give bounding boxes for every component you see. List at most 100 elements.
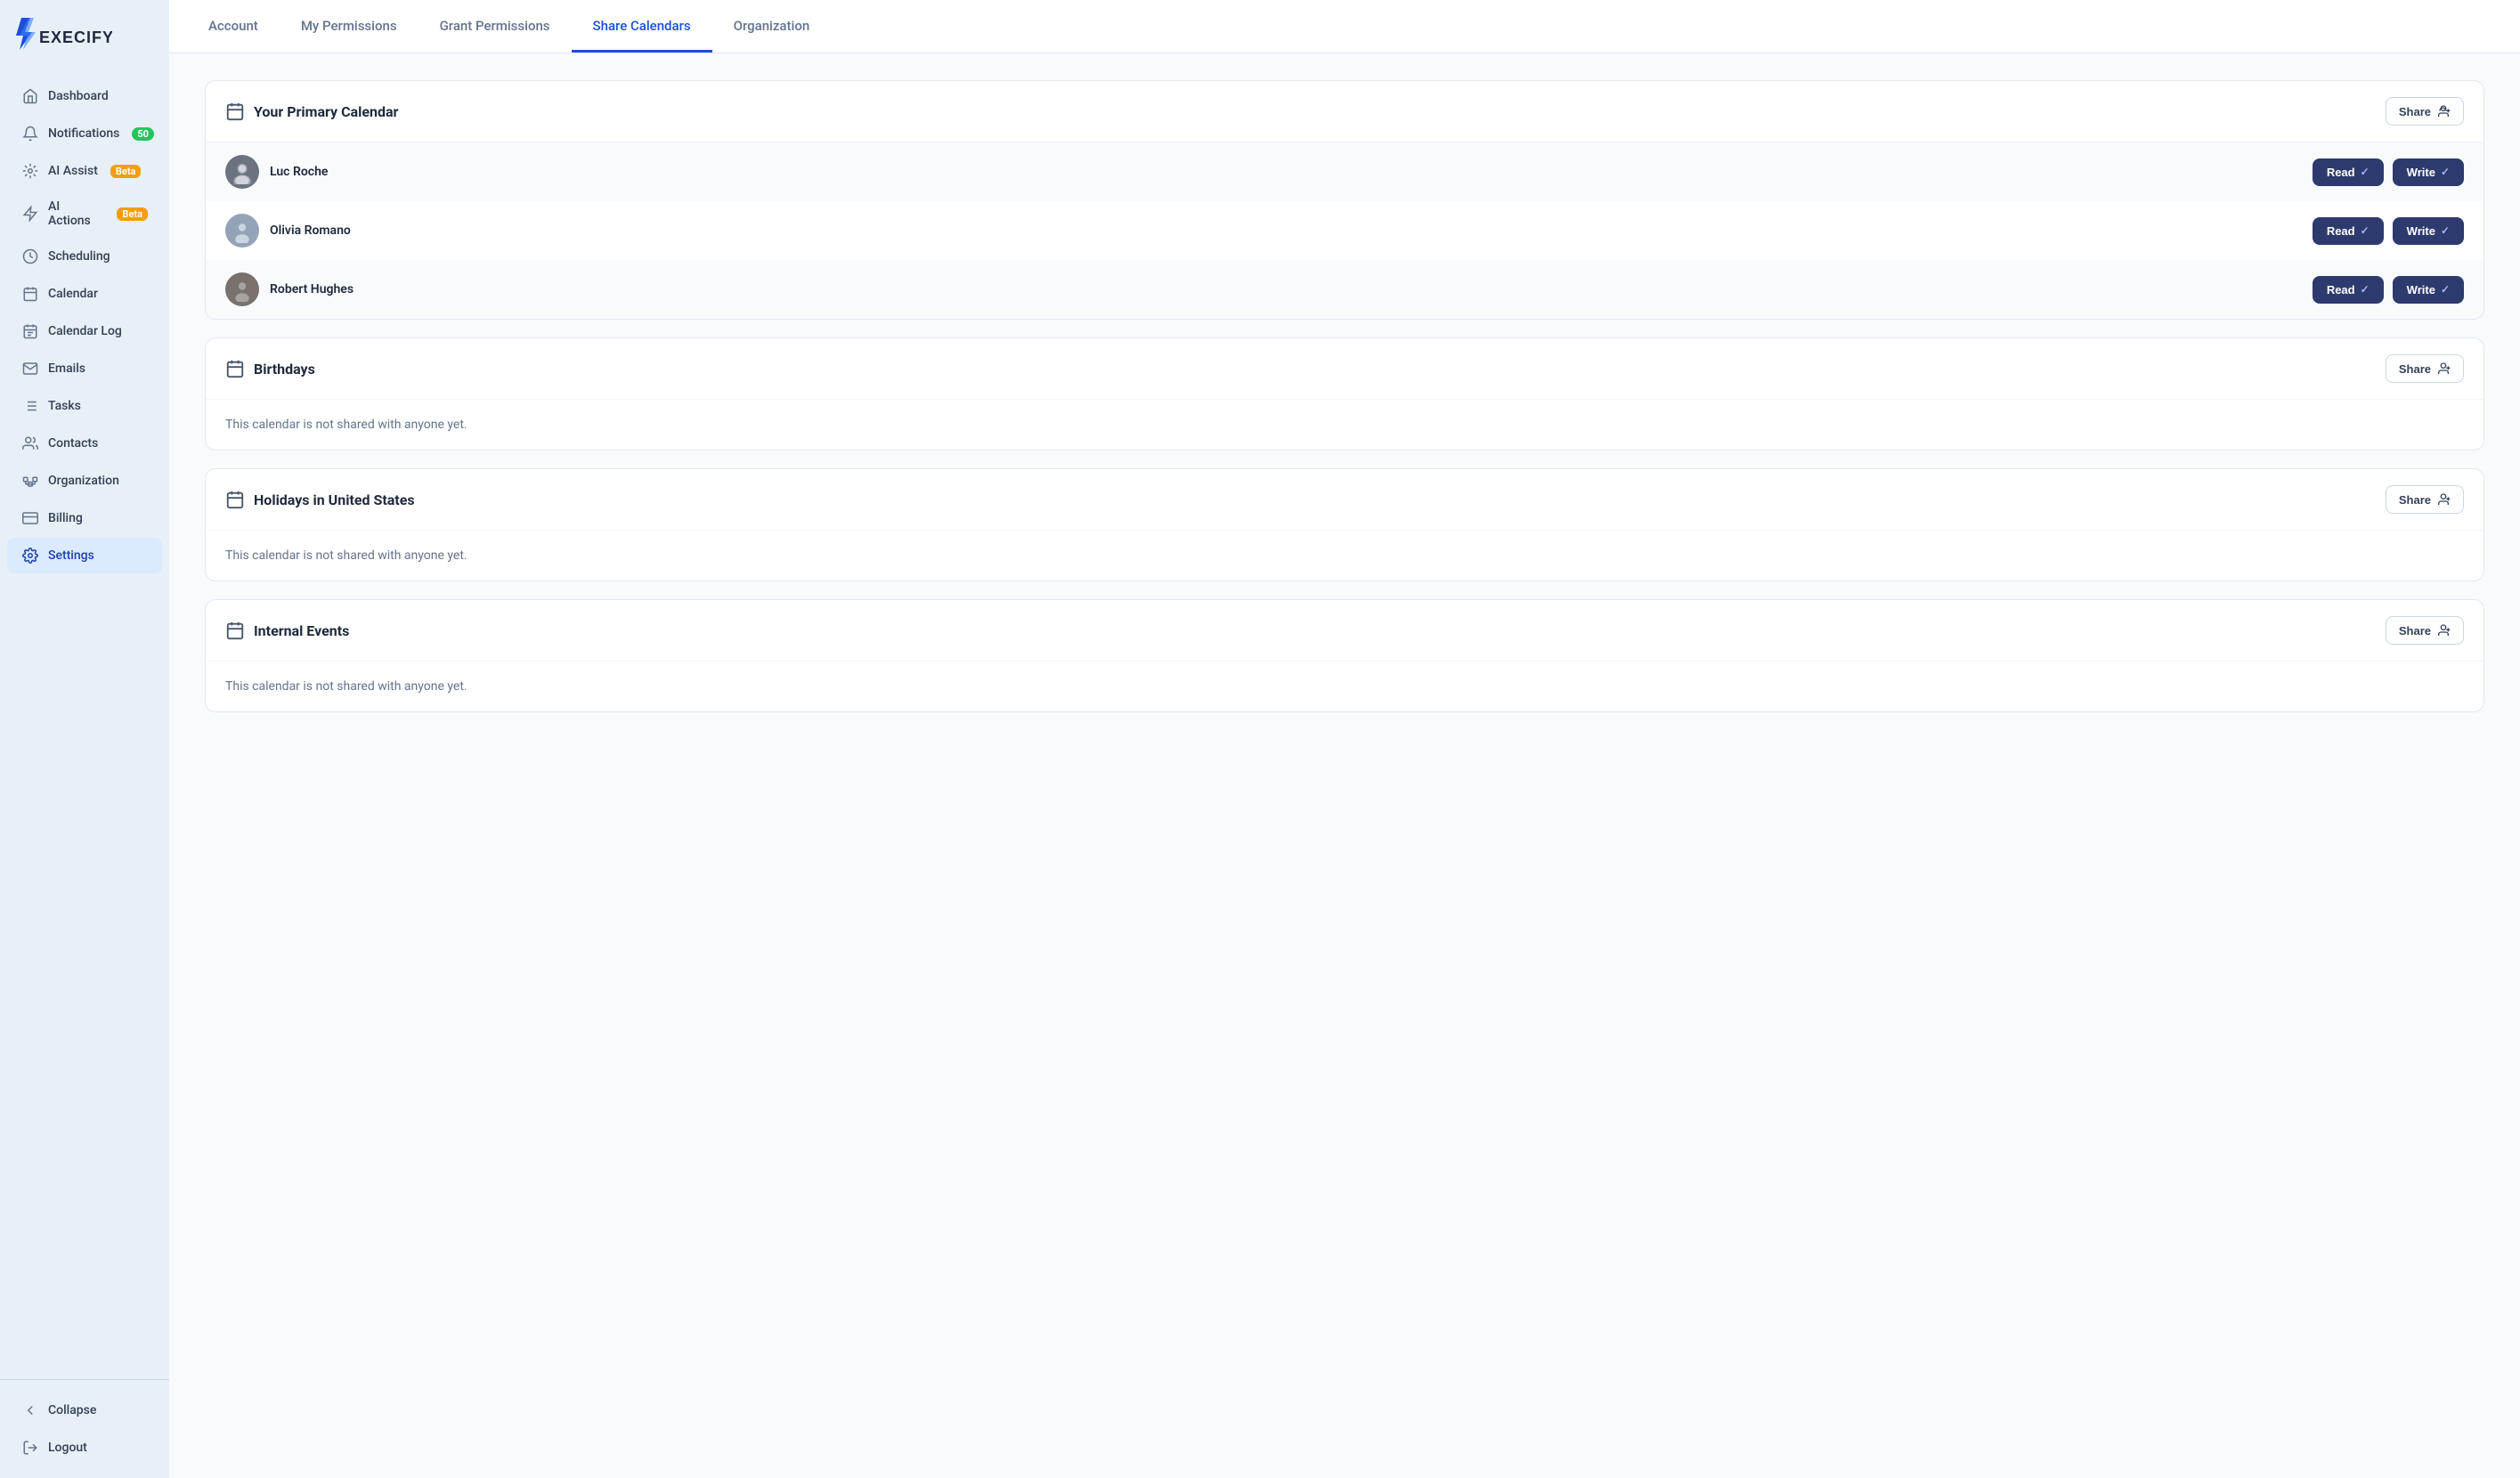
avatar-robert-hughes — [225, 272, 259, 306]
sparkle-icon — [21, 162, 39, 180]
read-label: Read — [2327, 224, 2355, 238]
tab-grant-permissions[interactable]: Grant Permissions — [419, 2, 572, 53]
mail-icon — [21, 360, 39, 378]
share-internal-events-btn[interactable]: Share — [2386, 616, 2464, 645]
sidebar-item-billing[interactable]: Billing — [7, 500, 162, 536]
sidebar-item-contacts[interactable]: Contacts — [7, 426, 162, 461]
sidebar-item-calendar[interactable]: Calendar — [7, 276, 162, 312]
sidebar-item-label: AI Actions — [48, 199, 104, 228]
collapse-icon — [21, 1401, 39, 1419]
calendar-birthdays-icon — [225, 359, 245, 378]
sidebar: EXECIFY Dashboard Notifications 50 — [0, 0, 169, 1478]
sidebar-footer: Collapse Logout — [0, 1379, 169, 1478]
user-row-luc-roche: Luc Roche Read ✓ Write ✓ — [206, 142, 2483, 201]
bell-icon — [21, 125, 39, 142]
tab-share-calendars[interactable]: Share Calendars — [572, 2, 712, 53]
calendar-header-icon — [225, 102, 245, 121]
sidebar-item-scheduling[interactable]: Scheduling — [7, 239, 162, 274]
sidebar-item-ai-actions[interactable]: AI Actions Beta — [7, 191, 162, 237]
permission-btns-robert: Read ✓ Write ✓ — [2313, 276, 2464, 304]
calendar-card-internal-events: Internal Events Share This calendar is n… — [205, 599, 2484, 712]
share-btn-label: Share — [2399, 105, 2431, 118]
sidebar-item-label: Settings — [48, 548, 94, 563]
clock-icon — [21, 248, 39, 265]
tab-organization[interactable]: Organization — [712, 2, 832, 53]
sidebar-item-emails[interactable]: Emails — [7, 351, 162, 386]
user-name-robert-hughes: Robert Hughes — [270, 282, 354, 296]
main-content: Account My Permissions Grant Permissions… — [169, 0, 2520, 1478]
gear-icon — [21, 547, 39, 564]
svg-text:EXECIFY: EXECIFY — [39, 28, 112, 46]
lightning-icon — [21, 205, 39, 223]
sidebar-item-notifications[interactable]: Notifications 50 — [7, 116, 162, 151]
user-name-olivia-romano: Olivia Romano — [270, 223, 351, 238]
user-info-olivia: Olivia Romano — [225, 214, 351, 248]
avatar-luc-roche — [225, 155, 259, 189]
contacts-icon — [21, 434, 39, 452]
holidays-empty-text: This calendar is not shared with anyone … — [206, 531, 2483, 581]
read-btn-robert[interactable]: Read ✓ — [2313, 276, 2384, 304]
ai-assist-beta-badge: Beta — [110, 165, 142, 178]
share-primary-calendar-btn[interactable]: Share — [2386, 97, 2464, 126]
sidebar-item-calendar-log[interactable]: Calendar Log — [7, 313, 162, 349]
calendar-card-holidays: Holidays in United States Share This cal… — [205, 468, 2484, 581]
tab-my-permissions[interactable]: My Permissions — [280, 2, 419, 53]
share-icon — [2436, 492, 2451, 507]
content-area: Your Primary Calendar Share — [169, 53, 2520, 1478]
write-btn-robert[interactable]: Write ✓ — [2393, 276, 2464, 304]
sidebar-logout-btn[interactable]: Logout — [7, 1430, 162, 1466]
read-check-luc: ✓ — [2361, 166, 2370, 178]
share-btn-label: Share — [2399, 493, 2431, 507]
sidebar-item-label: Dashboard — [48, 89, 109, 103]
read-btn-olivia[interactable]: Read ✓ — [2313, 217, 2384, 245]
calendar-header-holidays: Holidays in United States Share — [206, 469, 2483, 531]
calendar-internal-icon — [225, 621, 245, 640]
share-holidays-btn[interactable]: Share — [2386, 485, 2464, 514]
share-icon — [2436, 623, 2451, 637]
sidebar-item-settings[interactable]: Settings — [7, 538, 162, 573]
birthdays-empty-text: This calendar is not shared with anyone … — [206, 400, 2483, 450]
user-info-luc: Luc Roche — [225, 155, 328, 189]
share-btn-label: Share — [2399, 624, 2431, 637]
calendar-holidays-icon — [225, 490, 245, 509]
sidebar-item-label: Contacts — [48, 436, 98, 451]
org-icon — [21, 472, 39, 490]
tab-account[interactable]: Account — [187, 2, 280, 53]
sidebar-item-ai-assist[interactable]: AI Assist Beta — [7, 153, 162, 189]
logout-icon — [21, 1439, 39, 1457]
sidebar-item-tasks[interactable]: Tasks — [7, 388, 162, 424]
execify-logo: EXECIFY — [14, 16, 112, 55]
sidebar-item-organization[interactable]: Organization — [7, 463, 162, 499]
sidebar-collapse-btn[interactable]: Collapse — [7, 1393, 162, 1428]
share-icon — [2436, 361, 2451, 376]
sidebar-item-label: Organization — [48, 474, 119, 488]
write-btn-luc[interactable]: Write ✓ — [2393, 158, 2464, 186]
write-btn-olivia[interactable]: Write ✓ — [2393, 217, 2464, 245]
sidebar-item-label: Billing — [48, 511, 83, 525]
sidebar-nav: Dashboard Notifications 50 AI Assist Bet… — [0, 69, 169, 1379]
calendar-header-primary: Your Primary Calendar Share — [206, 81, 2483, 142]
top-nav: Account My Permissions Grant Permissions… — [169, 0, 2520, 53]
read-label: Read — [2327, 283, 2355, 296]
calendar-icon — [21, 285, 39, 303]
calendar-title-holidays: Holidays in United States — [225, 490, 415, 509]
user-row-robert-hughes: Robert Hughes Read ✓ Write ✓ — [206, 260, 2483, 319]
sidebar-item-dashboard[interactable]: Dashboard — [7, 78, 162, 114]
write-label: Write — [2407, 166, 2435, 179]
calendar-list-icon — [21, 322, 39, 340]
user-info-robert: Robert Hughes — [225, 272, 354, 306]
holidays-calendar-title: Holidays in United States — [254, 491, 415, 508]
logo-area: EXECIFY — [0, 0, 169, 69]
write-label: Write — [2407, 283, 2435, 296]
share-birthdays-btn[interactable]: Share — [2386, 354, 2464, 383]
list-icon — [21, 397, 39, 415]
calendar-title-birthdays: Birthdays — [225, 359, 315, 378]
calendar-title-primary: Your Primary Calendar — [225, 102, 398, 121]
read-btn-luc[interactable]: Read ✓ — [2313, 158, 2384, 186]
sidebar-item-label: Notifications — [48, 126, 119, 141]
billing-icon — [21, 509, 39, 527]
calendar-card-birthdays: Birthdays Share This calendar is not sha… — [205, 337, 2484, 451]
sidebar-item-label: Emails — [48, 361, 85, 376]
calendar-card-primary: Your Primary Calendar Share — [205, 80, 2484, 320]
read-label: Read — [2327, 166, 2355, 179]
